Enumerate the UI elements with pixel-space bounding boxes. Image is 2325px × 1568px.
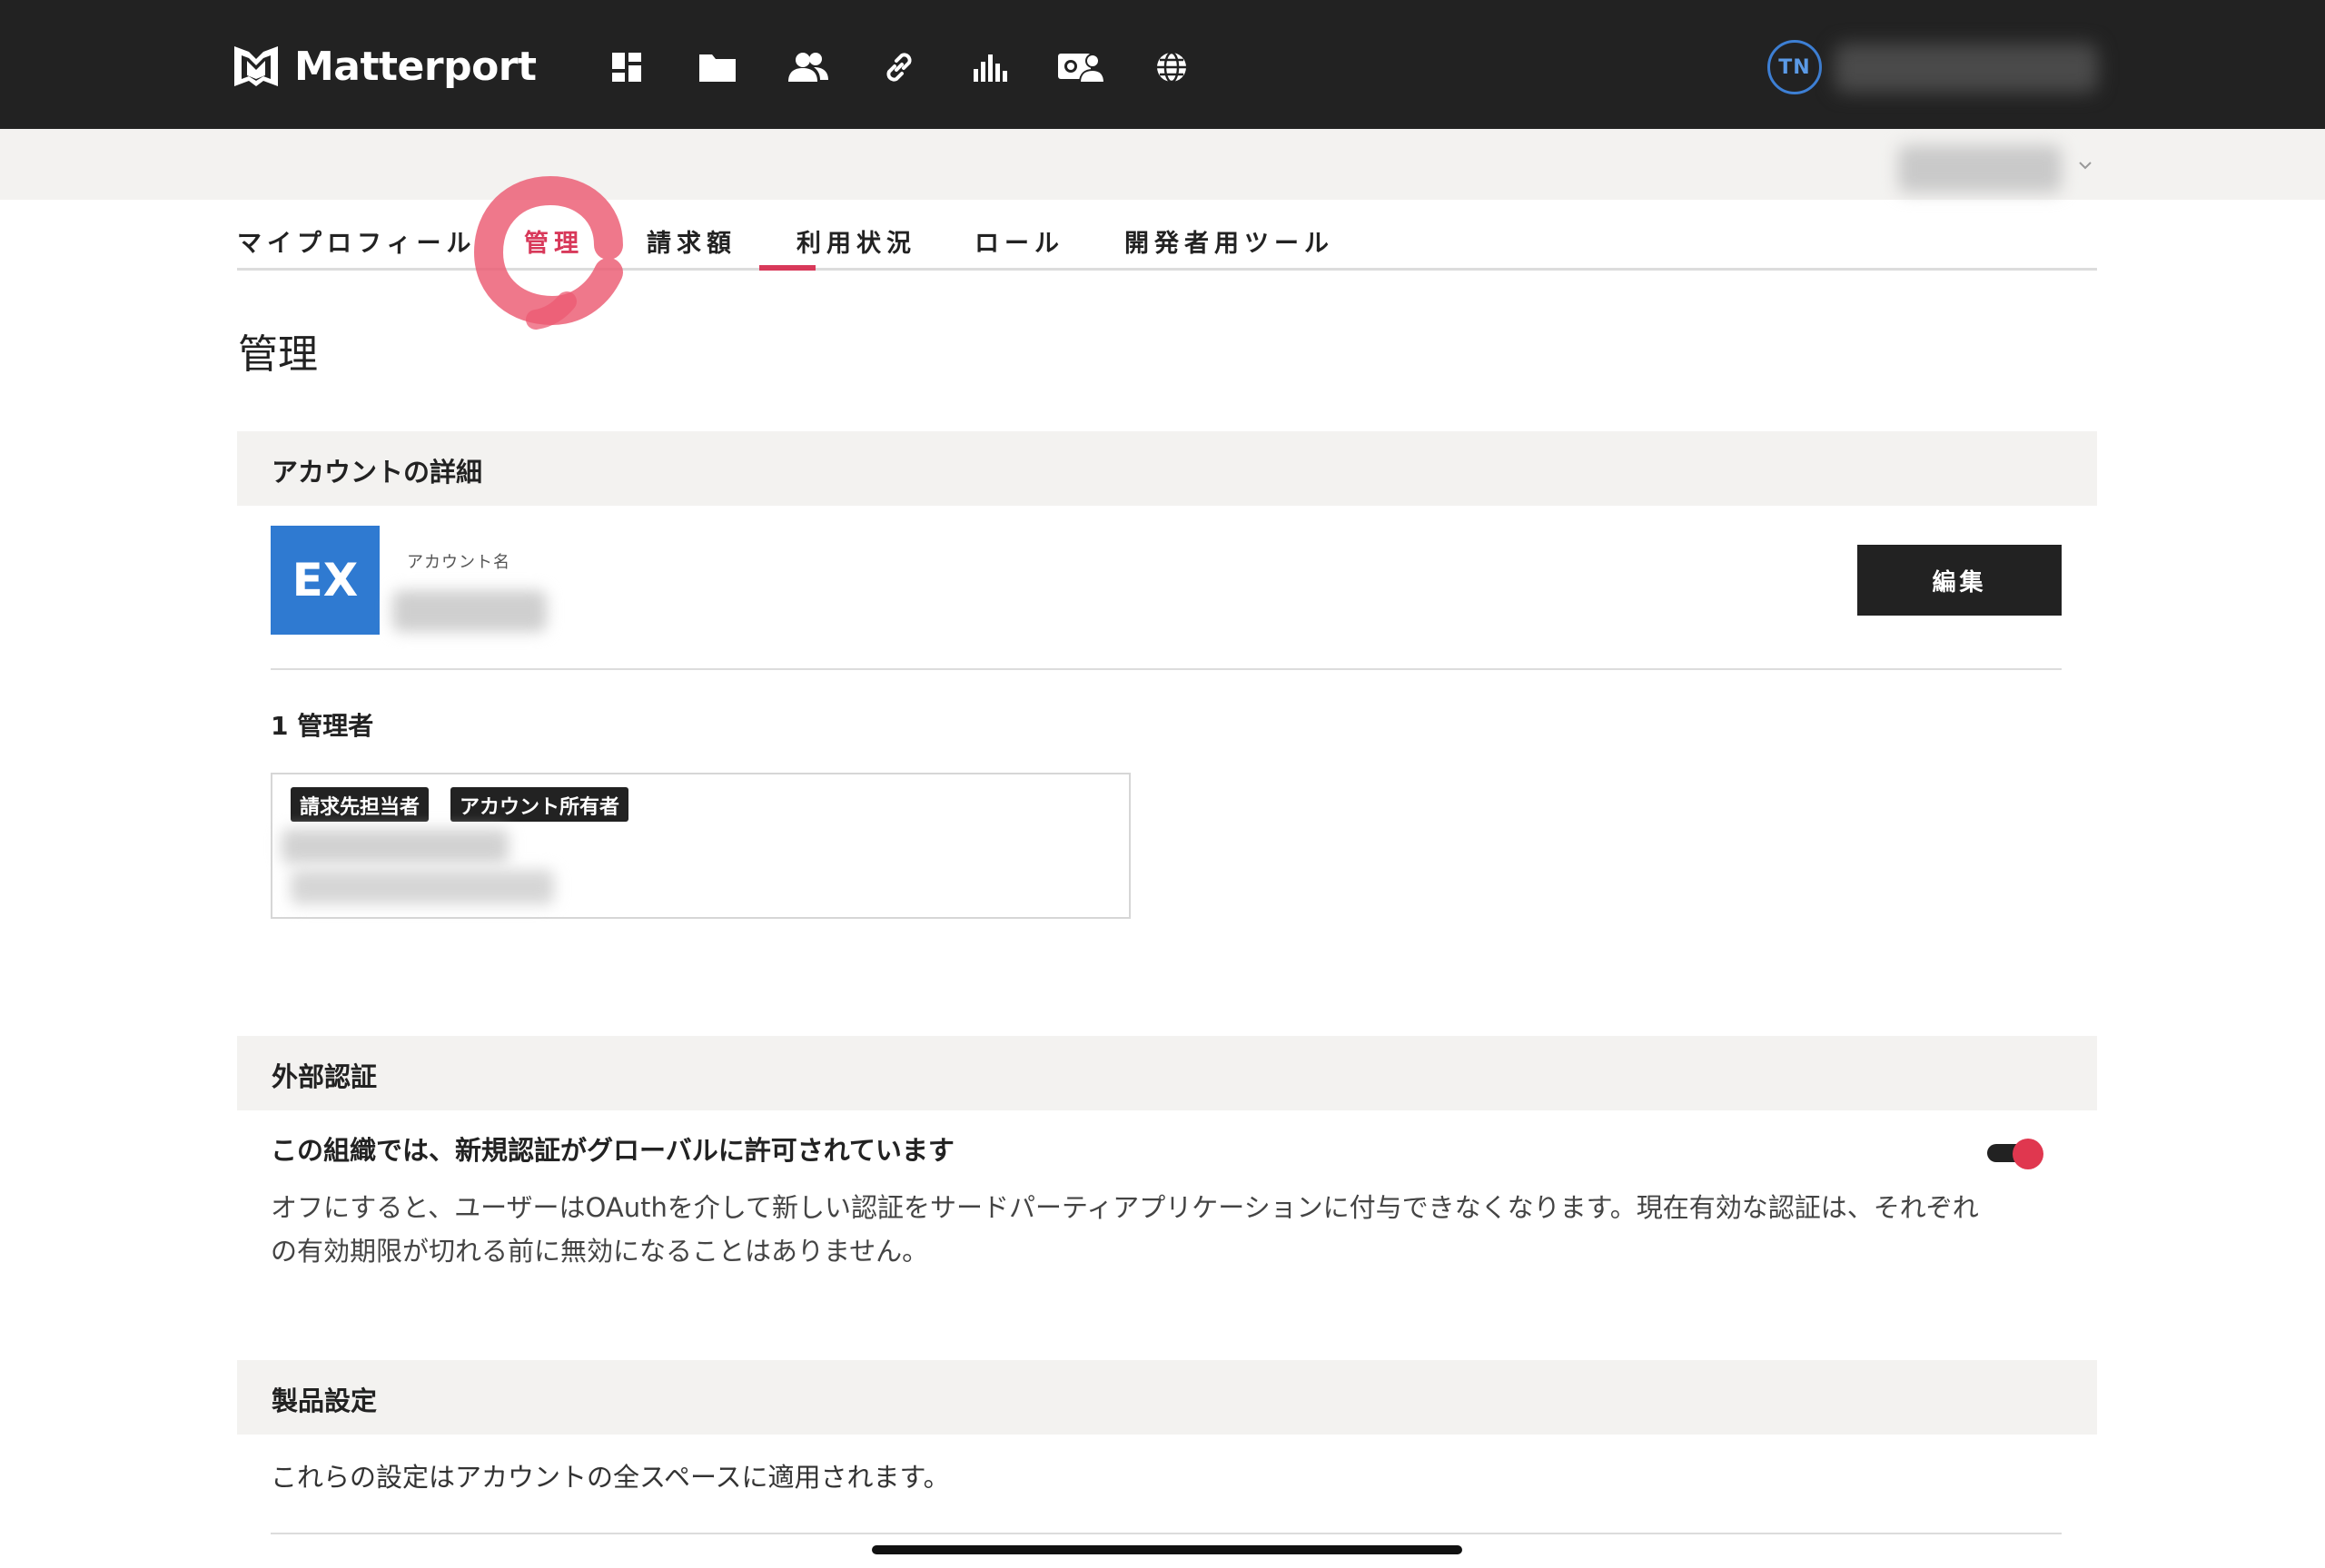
- external-auth-header: 外部認証: [237, 1036, 2097, 1110]
- tab-my-profile[interactable]: マイプロフィール: [237, 223, 476, 259]
- globe-icon[interactable]: [1144, 42, 1199, 93]
- matterport-logo-icon: [234, 46, 278, 86]
- auth-setting-description: オフにすると、ユーザーはOAuthを介して新しい認証をサードパーティアプリケーシ…: [271, 1192, 1979, 1267]
- redacted-account-name: [392, 590, 547, 632]
- divider: [271, 1533, 2062, 1534]
- account-details-header: アカウントの詳細: [237, 431, 2097, 506]
- chevron-down-icon[interactable]: [2076, 156, 2094, 174]
- bar-chart-icon[interactable]: [963, 42, 1017, 93]
- external-auth-toggle[interactable]: [1987, 1139, 2047, 1169]
- folder-icon[interactable]: [690, 42, 745, 93]
- section-title: アカウントの詳細: [272, 457, 483, 488]
- user-avatar[interactable]: TN: [1767, 40, 1822, 94]
- brand-name: Matterport: [294, 43, 537, 90]
- section-title: 外部認証: [272, 1061, 378, 1092]
- home-indicator: [872, 1545, 1462, 1554]
- tab-developer-tools[interactable]: 開発者用ツール: [1124, 223, 1334, 259]
- redacted-admin-name: [282, 829, 509, 863]
- tab-usage[interactable]: 利用状況: [796, 223, 916, 259]
- users-icon[interactable]: [781, 42, 836, 93]
- divider: [271, 668, 2062, 670]
- section-title: 製品設定: [272, 1386, 378, 1416]
- account-owner-badge: アカウント所有者: [450, 787, 629, 822]
- edit-button[interactable]: 編集: [1857, 545, 2062, 616]
- photo-person-icon[interactable]: [1054, 42, 1108, 93]
- tab-billing[interactable]: 請求額: [647, 223, 737, 259]
- account-logo: EX: [271, 526, 380, 635]
- product-settings-description: これらの設定はアカウントの全スペースに適用されます。: [271, 1462, 950, 1493]
- highlight-annotation: [473, 175, 623, 330]
- top-navigation-bar: Matterport TN: [0, 0, 2325, 129]
- tab-roles[interactable]: ロール: [975, 223, 1064, 259]
- account-name-label: アカウント名: [407, 553, 510, 572]
- active-tab-indicator: [759, 265, 816, 271]
- product-settings-header: 製品設定: [237, 1360, 2097, 1435]
- redacted-user-name[interactable]: [1835, 44, 2098, 93]
- redacted-admin-email: [291, 870, 554, 904]
- admin-count: 1 管理者: [271, 711, 374, 741]
- billing-contact-badge: 請求先担当者: [291, 787, 430, 822]
- link-icon[interactable]: [872, 42, 926, 93]
- redacted-organization-selector[interactable]: [1898, 145, 2062, 192]
- auth-setting-title: この組織では、新規認証がグローバルに許可されています: [271, 1135, 955, 1166]
- admin-card[interactable]: 請求先担当者 アカウント所有者: [271, 773, 1131, 919]
- toggle-knob: [2013, 1139, 2043, 1169]
- matterport-logo[interactable]: Matterport: [231, 40, 537, 93]
- page-title: 管理: [238, 331, 318, 378]
- dashboard-icon[interactable]: [599, 42, 654, 93]
